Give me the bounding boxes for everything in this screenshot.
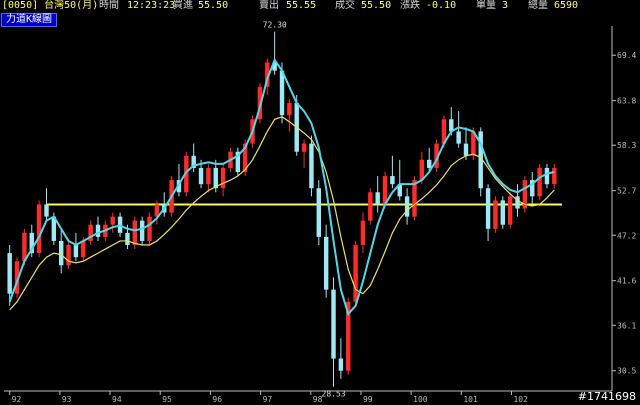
- x-tick-label: 99: [363, 395, 373, 404]
- candle-body: [552, 167, 557, 185]
- candle-body: [537, 167, 542, 197]
- candle-body: [301, 143, 307, 152]
- x-tick-label: 96: [212, 395, 222, 404]
- candle-body: [139, 220, 145, 241]
- candle-body: [73, 245, 79, 258]
- candle-body: [368, 192, 373, 221]
- candle-body: [544, 167, 550, 185]
- y-tick-label: 41.6: [617, 277, 636, 286]
- price-annotation: 28.53: [322, 390, 346, 399]
- candle-body: [95, 224, 101, 237]
- candle-body: [81, 240, 86, 258]
- candle-body: [110, 216, 115, 225]
- y-tick-label: 47.2: [617, 231, 636, 240]
- candle-body: [331, 289, 336, 359]
- y-tick-label: 63.8: [617, 97, 636, 106]
- candle-body: [316, 188, 322, 237]
- x-tick-label: 100: [413, 395, 428, 404]
- candle-body: [58, 240, 64, 266]
- candle-body: [220, 167, 226, 189]
- candle-body: [375, 192, 380, 205]
- candle-body: [125, 232, 130, 245]
- candle-body: [515, 196, 520, 209]
- candle-body: [338, 358, 344, 371]
- candle-body: [287, 103, 292, 116]
- candle-body: [404, 196, 410, 217]
- candle-body: [132, 220, 138, 245]
- candle-body: [279, 70, 285, 116]
- y-tick-label: 58.3: [617, 141, 636, 150]
- candle-body: [500, 200, 506, 225]
- candle-body: [463, 143, 469, 156]
- watermark-text: #1741698: [577, 390, 636, 403]
- candle-body: [323, 236, 329, 290]
- candle-body: [198, 167, 204, 185]
- candle-body: [353, 245, 358, 302]
- candle-body: [213, 167, 218, 189]
- y-tick-label: 30.5: [617, 367, 636, 376]
- candle-body: [206, 167, 211, 185]
- candle-body: [456, 131, 461, 144]
- x-tick-label: 97: [263, 395, 273, 404]
- x-tick-label: 92: [12, 395, 22, 404]
- x-tick-label: 101: [463, 395, 478, 404]
- candle-body: [147, 216, 152, 241]
- candle-body: [493, 200, 498, 229]
- candle-body: [44, 204, 49, 217]
- x-tick-label: 94: [112, 395, 122, 404]
- y-tick-label: 69.4: [617, 51, 636, 60]
- price-annotation: 72.30: [263, 21, 287, 30]
- candle-body: [360, 220, 366, 245]
- candle-body: [66, 245, 71, 266]
- candle-body: [485, 188, 491, 229]
- y-tick-label: 52.7: [617, 187, 636, 196]
- candle-body: [412, 180, 417, 217]
- candlestick-chart: 30.5 36.1 41.6 47.2 52.7 58.3 63.8 69.4 92 93 94 95…: [4, 21, 636, 404]
- x-tick-label: 102: [513, 395, 528, 404]
- y-tick-label: 36.1: [617, 321, 636, 330]
- x-tick-label: 95: [162, 395, 172, 404]
- candle-body: [426, 159, 432, 168]
- x-tick-label: 93: [62, 395, 72, 404]
- candle-body: [36, 204, 42, 254]
- candle-body: [390, 176, 395, 185]
- candle-body: [507, 196, 513, 225]
- candle-body: [7, 253, 12, 294]
- candle-body: [309, 143, 314, 189]
